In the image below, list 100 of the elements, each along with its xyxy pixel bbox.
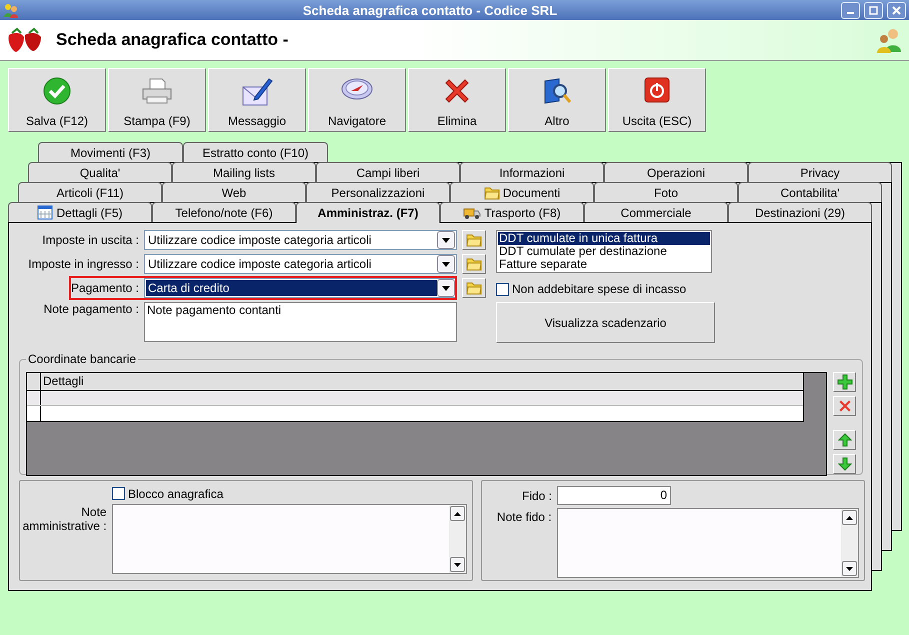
delete-button[interactable]: [833, 396, 856, 416]
scroll-down-button[interactable]: [450, 557, 465, 572]
tab[interactable]: Estratto conto (F10): [183, 142, 328, 162]
up-arrow-icon: [454, 512, 461, 516]
tab[interactable]: Movimenti (F3): [38, 142, 183, 162]
dropdown-value: Carta di credito: [146, 280, 437, 296]
list-item[interactable]: DDT cumulate in unica fattura: [498, 232, 710, 245]
notes-field[interactable]: [556, 508, 859, 578]
scroll-up-button[interactable]: [842, 510, 857, 525]
form-title: Scheda anagrafica contatto -: [56, 30, 290, 50]
strawberry-icon: [6, 27, 44, 53]
toolbar-button[interactable]: Altro: [508, 68, 606, 132]
people-icon: [3, 2, 19, 18]
checkmark-icon: [43, 77, 71, 105]
tab[interactable]: Qualita': [28, 162, 172, 182]
credit-field[interactable]: 0: [557, 486, 671, 505]
field-label: Note fido :: [496, 509, 552, 526]
tab[interactable]: Amministraz. (F7): [296, 202, 440, 223]
tab[interactable]: Personalizzazioni: [306, 182, 450, 202]
tab[interactable]: Mailing lists: [172, 162, 316, 182]
checkbox-label: Non addebitare spese di incasso: [512, 282, 686, 296]
scroll-down-button[interactable]: [842, 561, 857, 576]
tab[interactable]: Informazioni: [460, 162, 604, 182]
field-label: Note amministrative :: [22, 504, 107, 535]
group-title: Coordinate bancarie: [26, 352, 138, 366]
dropdown-field[interactable]: Utilizzare codice imposte categoria articoli: [144, 254, 457, 274]
field-label: Fido :: [520, 488, 552, 502]
checkbox[interactable]: [112, 487, 125, 500]
up-arrow-icon: [838, 432, 852, 447]
dropdown-value: Utilizzare codice imposte categoria articoli: [147, 232, 372, 248]
tab[interactable]: Destinazioni (29): [728, 202, 872, 222]
dropdown-value: Utilizzare codice imposte categoria articoli: [147, 256, 372, 272]
dropdown-button[interactable]: [437, 279, 455, 297]
tab[interactable]: Contabilita': [738, 182, 882, 202]
scroll-up-button[interactable]: [450, 506, 465, 521]
toolbar-button[interactable]: Elimina: [408, 68, 506, 132]
folder-icon: [484, 186, 500, 200]
toolbar-button[interactable]: Salva (F12): [8, 68, 106, 132]
schedule-button[interactable]: Visualizza scadenzario: [496, 302, 715, 343]
cross-icon: [838, 399, 852, 414]
dropdown-button[interactable]: [437, 231, 455, 249]
power-icon: [644, 77, 670, 103]
checkbox[interactable]: [496, 282, 509, 296]
field-label: Note pagamento :: [42, 302, 139, 318]
tab[interactable]: Commerciale: [584, 202, 728, 222]
dropdown-field[interactable]: Carta di credito: [144, 278, 457, 298]
toolbar-button[interactable]: Uscita (ESC): [608, 68, 706, 132]
checkbox-label: Blocco anagrafica: [128, 486, 224, 500]
folder-icon: [466, 257, 482, 271]
list-item[interactable]: DDT cumulate per destinazione: [498, 245, 710, 258]
tab[interactable]: Operazioni: [604, 162, 748, 182]
close-icon: [892, 6, 901, 14]
folder-button[interactable]: [462, 254, 486, 274]
folder-icon: [466, 233, 482, 247]
dropdown-button[interactable]: [437, 255, 455, 273]
tab[interactable]: Documenti: [450, 182, 594, 202]
tab[interactable]: Dettagli (F5): [8, 202, 152, 222]
tab[interactable]: Web: [162, 182, 306, 202]
scrollbar[interactable]: [841, 509, 858, 577]
calendar-icon: [37, 205, 54, 220]
folder-button[interactable]: [462, 278, 486, 298]
folder-button[interactable]: [462, 230, 486, 250]
tab[interactable]: Privacy: [748, 162, 892, 182]
caret-icon: [442, 262, 450, 266]
tab[interactable]: Trasporto (F8): [440, 202, 584, 222]
column-header: Dettagli: [42, 373, 85, 390]
down-arrow-icon: [838, 456, 852, 471]
tab[interactable]: Telefono/note (F6): [152, 202, 296, 222]
tab[interactable]: Articoli (F11): [18, 182, 162, 202]
minimize-icon: [846, 12, 855, 14]
toolbar-button[interactable]: Messaggio: [208, 68, 306, 132]
up-arrow-icon: [846, 516, 853, 520]
field-label: Pagamento :: [70, 281, 139, 295]
dropdown-field[interactable]: Utilizzare codice imposte categoria articoli: [144, 230, 457, 250]
caret-icon: [442, 238, 450, 242]
field-label: Imposte in uscita :: [41, 233, 139, 247]
compass-icon: [341, 77, 373, 101]
window-title: Scheda anagrafica contatto - Codice SRL: [302, 2, 558, 18]
contacts-icon: [875, 27, 903, 53]
folder-icon: [466, 281, 482, 295]
list-item[interactable]: Fatture separate: [498, 258, 710, 271]
notes-field[interactable]: [112, 504, 467, 574]
cross-icon: [443, 77, 471, 105]
caret-icon: [442, 286, 450, 290]
toolbar-button[interactable]: Stampa (F9): [108, 68, 206, 132]
tab[interactable]: Foto: [594, 182, 738, 202]
scrollbar[interactable]: [449, 505, 466, 573]
toolbar-button[interactable]: Navigatore: [308, 68, 406, 132]
tab[interactable]: Campi liberi: [316, 162, 460, 182]
down-arrow-icon: [846, 566, 853, 570]
move-up-button[interactable]: [833, 430, 856, 450]
printer-icon: [141, 77, 173, 105]
notes-field[interactable]: Note pagamento contanti: [144, 302, 457, 342]
move-down-button[interactable]: [833, 454, 856, 474]
close-button[interactable]: [887, 2, 906, 18]
minimize-button[interactable]: [841, 2, 860, 18]
add-button[interactable]: [833, 372, 856, 392]
maximize-button[interactable]: [864, 2, 883, 18]
plus-icon: [836, 374, 852, 390]
maximize-icon: [869, 6, 878, 14]
